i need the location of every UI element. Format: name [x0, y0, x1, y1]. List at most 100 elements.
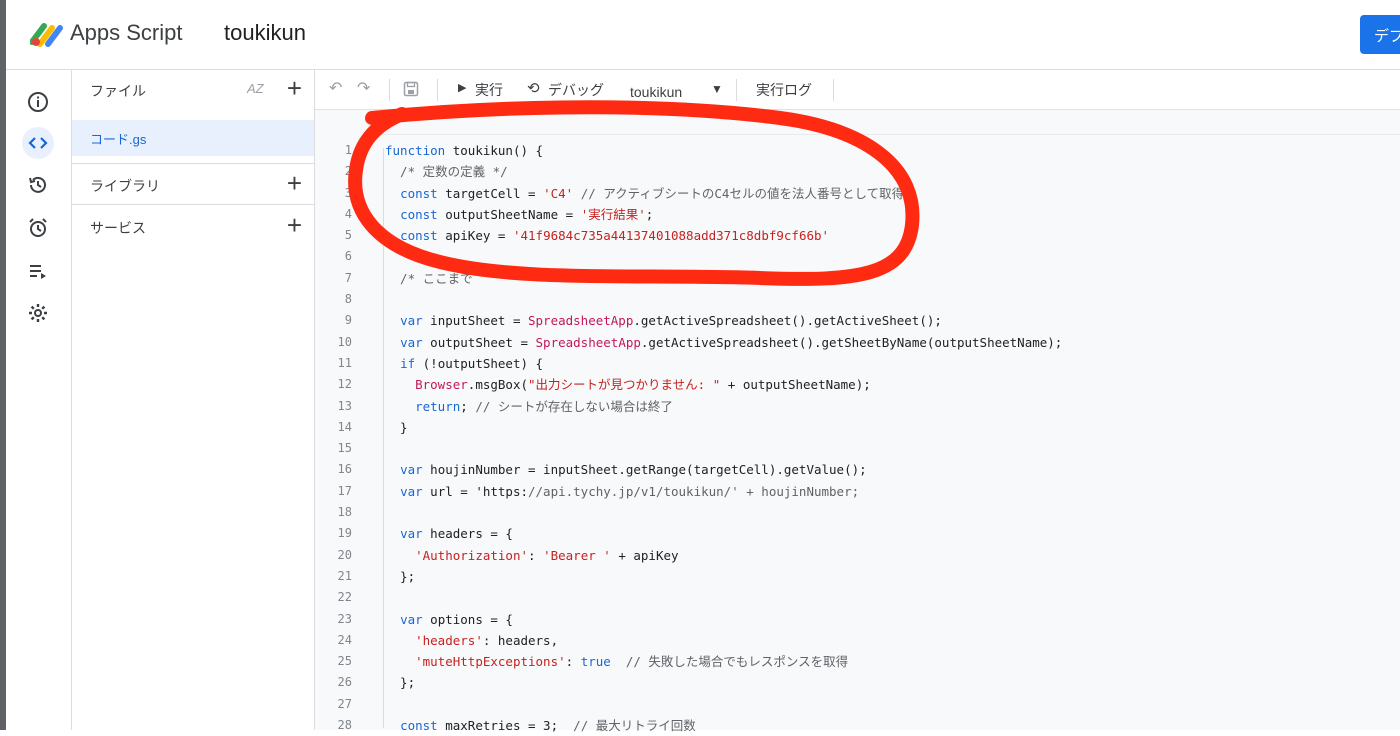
code-line[interactable]: 11 if (!outputSheet) { [315, 353, 1400, 374]
deploy-button[interactable]: デプ [1360, 15, 1400, 54]
code-line[interactable]: 5 const apiKey = '41f9684c735a4413740108… [315, 225, 1400, 246]
code-line[interactable]: 25 'muteHttpExceptions': true // 失敗した場合で… [315, 651, 1400, 672]
debug-icon[interactable]: ⟲ [527, 79, 540, 97]
navigation-rail [6, 70, 72, 730]
apps-script-logo-icon [30, 23, 63, 47]
line-number: 9 [344, 313, 352, 328]
line-number: 3 [344, 185, 352, 200]
executions-list-icon[interactable] [22, 255, 54, 287]
code-text: var url = 'https://api.tychy.jp/v1/touki… [400, 483, 860, 499]
files-header: ファイル AZ + [72, 70, 314, 110]
save-icon[interactable] [403, 81, 419, 97]
add-file-plus-icon[interactable]: + [287, 75, 302, 101]
code-line[interactable]: 18 [315, 502, 1400, 523]
history-icon[interactable] [22, 169, 54, 201]
line-number: 14 [337, 419, 352, 434]
divider [736, 79, 737, 101]
code-line[interactable]: 1 function toukikun() { [315, 140, 1400, 161]
function-select[interactable]: toukikun [630, 84, 682, 100]
redo-icon[interactable]: ↷ [357, 78, 370, 98]
code-line[interactable]: 10 var outputSheet = SpreadsheetApp.getA… [315, 332, 1400, 353]
line-number: 11 [337, 355, 352, 370]
code-line[interactable]: 26 }; [315, 672, 1400, 693]
line-number: 8 [344, 292, 352, 307]
code-line[interactable]: 28 const maxRetries = 3; // 最大リトライ回数 [315, 715, 1400, 736]
code-text: }; [385, 568, 416, 584]
line-number: 24 [337, 632, 352, 647]
code-line[interactable]: 21 }; [315, 566, 1400, 587]
chevron-down-icon[interactable]: ▼ [711, 82, 723, 96]
code-editor[interactable]: 1 function toukikun() {2 /* 定数の定義 */3 con… [315, 110, 1400, 733]
code-text: const targetCell = 'C4' // アクティブシートのC4セル… [400, 185, 905, 201]
project-name[interactable]: toukikun [224, 20, 306, 46]
code-line[interactable]: 4 const outputSheetName = '実行結果'; [315, 204, 1400, 225]
code-line[interactable]: 19 var headers = { [315, 523, 1400, 544]
code-line[interactable]: 22 [315, 587, 1400, 608]
code-line[interactable]: 16 var houjinNumber = inputSheet.getRang… [315, 459, 1400, 480]
overview-info-icon[interactable] [22, 86, 54, 118]
line-number: 7 [344, 270, 352, 285]
line-number: 21 [337, 568, 352, 583]
sort-az-icon[interactable]: AZ [247, 81, 264, 96]
triggers-alarm-icon[interactable] [22, 212, 54, 244]
code-line[interactable]: 27 [315, 694, 1400, 715]
line-number: 13 [337, 398, 352, 413]
code-text: function toukikun() { [385, 143, 544, 158]
code-line[interactable]: 9 var inputSheet = SpreadsheetApp.getAct… [315, 310, 1400, 331]
line-number: 5 [344, 228, 352, 243]
file-item-code-gs[interactable]: コード.gs [72, 120, 314, 156]
services-row[interactable]: サービス + [72, 207, 314, 247]
code-text: const maxRetries = 3; // 最大リトライ回数 [400, 718, 696, 734]
code-line[interactable]: 8 [315, 289, 1400, 310]
undo-icon[interactable]: ↶ [329, 78, 342, 98]
code-text: if (!outputSheet) { [400, 355, 544, 371]
code-line[interactable]: 15 [315, 438, 1400, 459]
code-text: 'headers': headers, [415, 632, 559, 648]
debug-button[interactable]: デバッグ [548, 80, 604, 100]
line-number: 10 [337, 334, 352, 349]
line-number: 25 [337, 654, 352, 669]
execution-log-button[interactable]: 実行ログ [756, 80, 812, 100]
code-text: Browser.msgBox("出力シートが見つかりません: " + outpu… [415, 377, 871, 393]
line-number: 6 [344, 249, 352, 264]
top-bar: Apps Script toukikun デプ [6, 0, 1400, 70]
code-line[interactable]: 24 'headers': headers, [315, 630, 1400, 651]
add-library-plus-icon[interactable]: + [287, 170, 302, 196]
code-line[interactable]: 3 const targetCell = 'C4' // アクティブシートのC4… [315, 183, 1400, 204]
divider [389, 79, 390, 101]
code-line[interactable]: 14 } [315, 417, 1400, 438]
file-item-label: コード.gs [90, 132, 147, 147]
code-text: /* 定数の定義 */ [385, 164, 508, 180]
editor-code-icon[interactable] [22, 127, 54, 159]
line-number: 16 [337, 462, 352, 477]
divider [833, 79, 834, 101]
code-line[interactable]: 20 'Authorization': 'Bearer ' + apiKey [315, 545, 1400, 566]
line-number: 26 [337, 675, 352, 690]
divider [72, 204, 314, 205]
code-line[interactable]: 23 var options = { [315, 609, 1400, 630]
settings-gear-icon[interactable] [22, 297, 54, 329]
code-text: } [385, 419, 408, 435]
divider [437, 79, 438, 101]
code-line[interactable]: 6 [315, 246, 1400, 267]
line-number: 22 [337, 590, 352, 605]
libraries-row[interactable]: ライブラリ + [72, 165, 314, 205]
code-text: var inputSheet = SpreadsheetApp.getActiv… [400, 313, 942, 329]
code-line[interactable]: 17 var url = 'https://api.tychy.jp/v1/to… [315, 481, 1400, 502]
code-line[interactable]: 2 /* 定数の定義 */ [315, 161, 1400, 182]
code-line[interactable]: 12 Browser.msgBox("出力シートが見つかりません: " + ou… [315, 374, 1400, 395]
run-play-icon[interactable]: ▶ [458, 81, 466, 94]
editor-border [375, 134, 1400, 135]
code-text: const outputSheetName = '実行結果'; [400, 206, 654, 222]
line-number: 12 [337, 377, 352, 392]
code-text: var houjinNumber = inputSheet.getRange(t… [400, 462, 867, 478]
run-button[interactable]: 実行 [475, 80, 503, 100]
code-text: var options = { [400, 611, 513, 627]
file-panel: ファイル AZ + コード.gs ライブラリ + サービス + [72, 70, 315, 730]
line-number: 20 [337, 547, 352, 562]
add-service-plus-icon[interactable]: + [287, 212, 302, 238]
code-line[interactable]: 7 /* ここまで [315, 268, 1400, 289]
editor-toolbar: ↶ ↷ ▶ 実行 ⟲ デバッグ toukikun ▼ 実行ログ [315, 70, 1400, 110]
line-number: 2 [344, 164, 352, 179]
code-line[interactable]: 13 return; // シートが存在しない場合は終了 [315, 396, 1400, 417]
